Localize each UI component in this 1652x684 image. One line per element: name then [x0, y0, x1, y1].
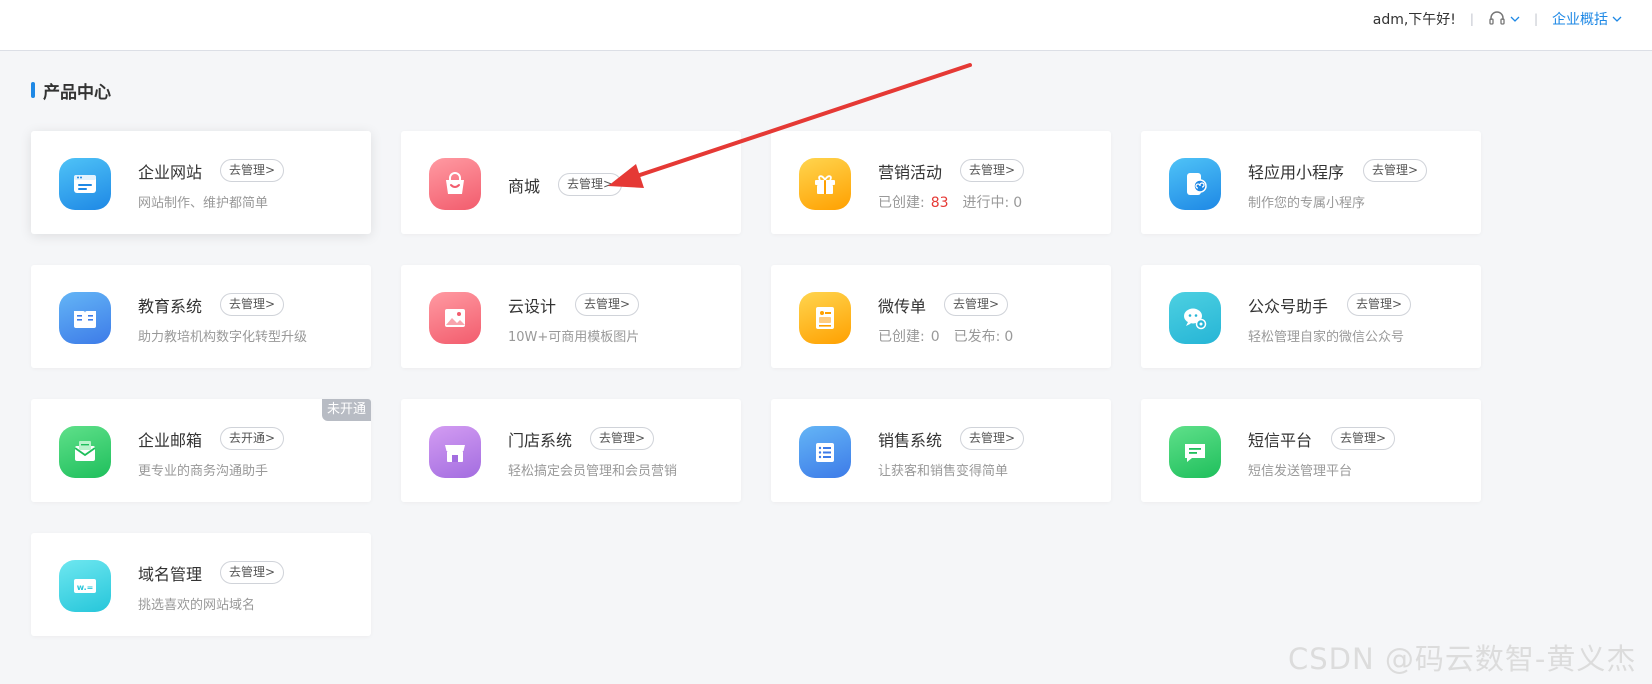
- product-stats: 已创建: 0 已发布: 0: [878, 326, 1013, 346]
- chevron-down-icon: [1612, 16, 1622, 22]
- product-description: 更专业的商务沟通助手: [138, 464, 269, 479]
- product-name: 短信平台: [1248, 431, 1313, 450]
- support-dropdown[interactable]: [1488, 11, 1520, 27]
- product-card[interactable]: 轻应用小程序 去管理> 制作您的专属小程序: [1141, 131, 1481, 234]
- manage-button[interactable]: 去管理>: [590, 427, 655, 450]
- mail-icon: [59, 426, 111, 478]
- product-description: 短信发送管理平台: [1248, 464, 1353, 479]
- manage-button[interactable]: 去管理>: [1347, 293, 1412, 316]
- title-accent-bar: [31, 82, 35, 98]
- greeting-text: adm,下午好!: [1372, 12, 1456, 28]
- svg-text:w.=: w.=: [77, 583, 94, 592]
- top-bar: adm,下午好! | | 企业概括: [0, 0, 1652, 51]
- product-description: 轻松管理自家的微信公众号: [1248, 330, 1405, 345]
- manage-button[interactable]: 去开通>: [220, 427, 285, 450]
- flyer-icon: [799, 292, 851, 344]
- domain-icon: w.=: [59, 560, 111, 612]
- book-icon: [59, 292, 111, 344]
- manage-button[interactable]: 去管理>: [1331, 427, 1396, 450]
- product-name: 教育系统: [138, 297, 203, 316]
- divider: |: [1533, 12, 1538, 26]
- enterprise-overview-dropdown[interactable]: 企业概括: [1552, 9, 1622, 29]
- website-icon: [59, 158, 111, 210]
- product-name: 微传单: [878, 297, 927, 316]
- product-description: 网站制作、维护都简单: [138, 196, 269, 211]
- section-title: 产品中心: [31, 79, 111, 103]
- manage-button[interactable]: 去管理>: [220, 159, 285, 182]
- product-card[interactable]: 公众号助手 去管理> 轻松管理自家的微信公众号: [1141, 265, 1481, 368]
- watermark: CSDN @码云数智-黄义杰: [1288, 642, 1637, 676]
- manage-button[interactable]: 去管理>: [1363, 159, 1428, 182]
- product-description: 挑选喜欢的网站域名: [138, 598, 256, 613]
- status-label: 进行中:: [962, 195, 1010, 211]
- product-card[interactable]: 微传单 去管理> 已创建: 0 已发布: 0: [771, 265, 1111, 368]
- status-label: 已发布:: [953, 329, 1001, 345]
- product-card[interactable]: 短信平台 去管理> 短信发送管理平台: [1141, 399, 1481, 502]
- product-card[interactable]: w.= 域名管理 去管理> 挑选喜欢的网站域名: [31, 533, 371, 636]
- product-name: 轻应用小程序: [1248, 163, 1345, 182]
- status-count: 0: [1013, 195, 1023, 211]
- list-icon: [799, 426, 851, 478]
- manage-button[interactable]: 去管理>: [575, 293, 640, 316]
- product-name: 公众号助手: [1248, 297, 1329, 316]
- created-count: 0: [930, 329, 940, 345]
- shopping-bag-icon: [429, 158, 481, 210]
- chevron-down-icon: [1510, 16, 1520, 22]
- product-card[interactable]: 营销活动 去管理> 已创建: 83 进行中: 0: [771, 131, 1111, 234]
- manage-button[interactable]: 去管理>: [960, 159, 1025, 182]
- product-stats: 已创建: 83 进行中: 0: [878, 192, 1022, 212]
- divider: |: [1469, 12, 1474, 26]
- product-card[interactable]: 企业网站 去管理> 网站制作、维护都简单: [31, 131, 371, 234]
- manage-button[interactable]: 去管理>: [558, 173, 623, 196]
- mini-program-icon: [1169, 158, 1221, 210]
- product-description: 10W+可商用模板图片: [508, 330, 640, 345]
- manage-button[interactable]: 去管理>: [960, 427, 1025, 450]
- product-card[interactable]: 门店系统 去管理> 轻松搞定会员管理和会员营销: [401, 399, 741, 502]
- manage-button[interactable]: 去管理>: [220, 293, 285, 316]
- store-icon: [429, 426, 481, 478]
- product-card[interactable]: 商城 去管理>: [401, 131, 741, 234]
- product-name: 企业网站: [138, 163, 203, 182]
- product-card[interactable]: 企业邮箱 去开通> 更专业的商务沟通助手 未开通: [31, 399, 371, 502]
- product-name: 云设计: [508, 297, 557, 316]
- manage-button[interactable]: 去管理>: [220, 561, 285, 584]
- product-card[interactable]: 销售系统 去管理> 让获客和销售变得简单: [771, 399, 1111, 502]
- overview-label: 企业概括: [1552, 12, 1608, 28]
- product-description: 助力教培机构数字化转型升级: [138, 330, 308, 345]
- gift-icon: [799, 158, 851, 210]
- product-name: 销售系统: [878, 431, 943, 450]
- product-name: 门店系统: [508, 431, 573, 450]
- product-card[interactable]: 云设计 去管理> 10W+可商用模板图片: [401, 265, 741, 368]
- product-description: 轻松搞定会员管理和会员营销: [508, 464, 678, 479]
- created-count: 83: [930, 195, 949, 211]
- product-name: 企业邮箱: [138, 431, 203, 450]
- product-name: 商城: [508, 177, 541, 196]
- headset-icon: [1489, 11, 1505, 25]
- product-description: 制作您的专属小程序: [1248, 196, 1366, 211]
- product-description: 让获客和销售变得简单: [878, 464, 1009, 479]
- created-label: 已创建:: [878, 329, 925, 345]
- product-name: 域名管理: [138, 565, 203, 584]
- top-bar-right: adm,下午好! | | 企业概括: [1373, 0, 1652, 38]
- wechat-icon: [1169, 292, 1221, 344]
- manage-button[interactable]: 去管理>: [944, 293, 1009, 316]
- product-name: 营销活动: [878, 163, 943, 182]
- status-badge: 未开通: [321, 399, 371, 421]
- sms-icon: [1169, 426, 1221, 478]
- status-count: 0: [1004, 329, 1014, 345]
- created-label: 已创建:: [878, 195, 925, 211]
- section-title-text: 产品中心: [43, 82, 111, 103]
- image-icon: [429, 292, 481, 344]
- product-card[interactable]: 教育系统 去管理> 助力教培机构数字化转型升级: [31, 265, 371, 368]
